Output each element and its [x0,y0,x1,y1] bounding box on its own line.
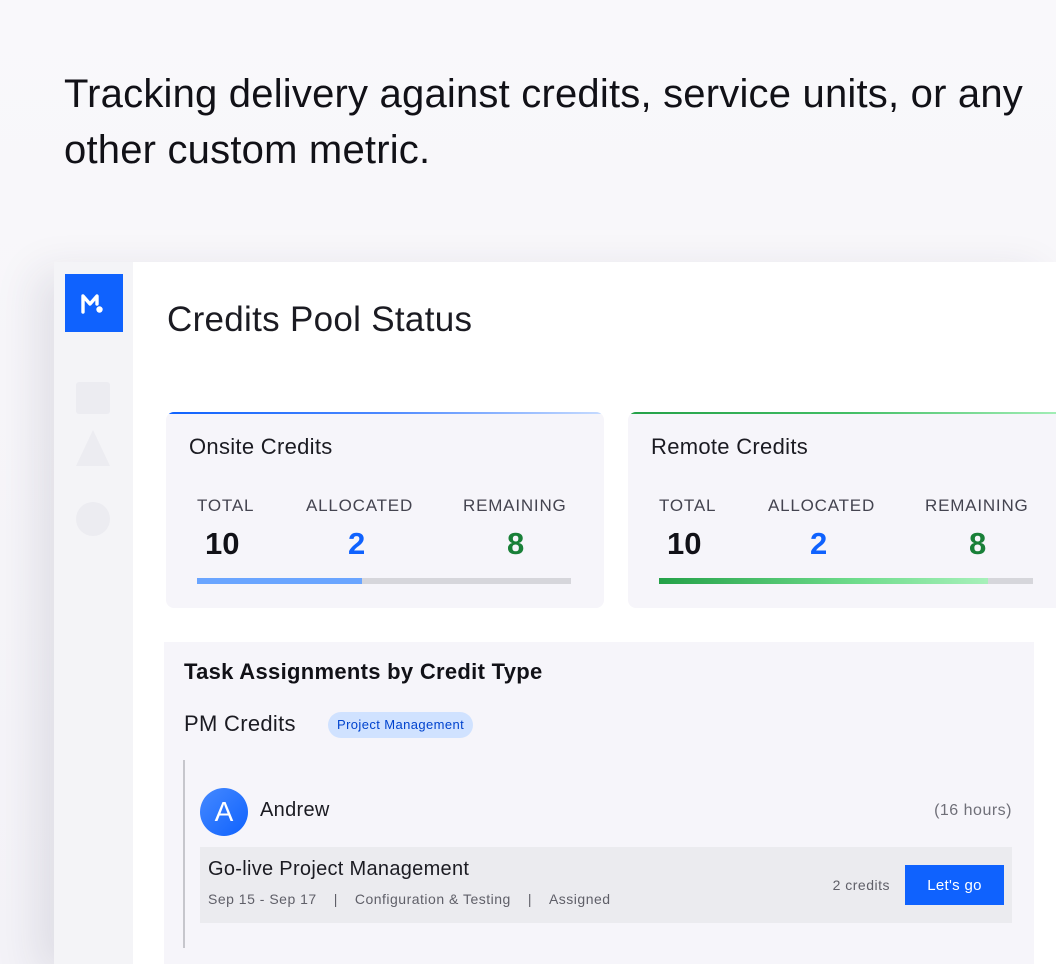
task-name: Go-live Project Management [208,858,470,880]
card-title: Onsite Credits [189,434,333,459]
card-accent-line [628,412,1056,414]
meta-separator: | [527,891,532,907]
app-window: Credits Pool Status Onsite Credits TOTAL… [54,262,1056,964]
credits-progress-fill [659,578,989,584]
main-content: Credits Pool Status Onsite Credits TOTAL… [133,262,1056,964]
headline: Tracking delivery against credits, servi… [64,72,1023,172]
logo-mark-icon [81,294,103,314]
allocated-value: 2 [348,526,366,561]
page-title: Credits Pool Status [167,300,473,339]
nav-triangle-icon[interactable] [76,430,110,466]
category-tag: Project Management [328,712,474,738]
nav-square-icon[interactable] [76,382,110,414]
remaining-label: REMAINING [463,496,567,515]
task-credits: 2 credits [832,877,890,893]
task-dates: Sep 15 - Sep 17 [208,891,317,907]
total-label: TOTAL [197,496,255,515]
task-meta: Sep 15 - Sep 17 | Configuration & Testin… [208,891,611,907]
card-title: Remote Credits [651,434,809,459]
app-logo[interactable] [65,274,123,332]
remote-credits-card: Remote Credits TOTAL 10 ALLOCATED 2 REMA… [628,412,1056,608]
group-title: PM Credits [184,711,296,736]
group-divider-line [183,760,185,948]
assignee-hours: (16 hours) [934,802,1012,819]
meta-separator: | [333,891,338,907]
total-value: 10 [667,526,702,561]
credits-progress-bar [659,578,1033,584]
remaining-value: 8 [507,526,525,561]
section-title: Task Assignments by Credit Type [184,659,543,684]
remaining-label: REMAINING [925,496,1029,515]
allocated-value: 2 [810,526,828,561]
total-label: TOTAL [659,496,717,515]
allocated-label: ALLOCATED [306,496,414,515]
lets-go-button[interactable]: Let's go [905,865,1004,905]
credits-progress-fill [197,578,362,584]
task-phase: Configuration & Testing [354,891,511,907]
total-value: 10 [205,526,240,561]
task-assignments-panel: Task Assignments by Credit Type PM Credi… [164,642,1034,964]
nav-circle-icon[interactable] [76,502,110,536]
credits-progress-bar [197,578,571,584]
avatar[interactable]: A [200,788,248,836]
sidebar [54,262,133,964]
task-row: Go-live Project Management Sep 15 - Sep … [200,847,1012,923]
card-accent-line [166,412,604,414]
onsite-credits-card: Onsite Credits TOTAL 10 ALLOCATED 2 REMA… [166,412,604,608]
task-status: Assigned [548,891,611,907]
assignee-name: Andrew [260,799,330,821]
remaining-value: 8 [969,526,987,561]
allocated-label: ALLOCATED [768,496,876,515]
